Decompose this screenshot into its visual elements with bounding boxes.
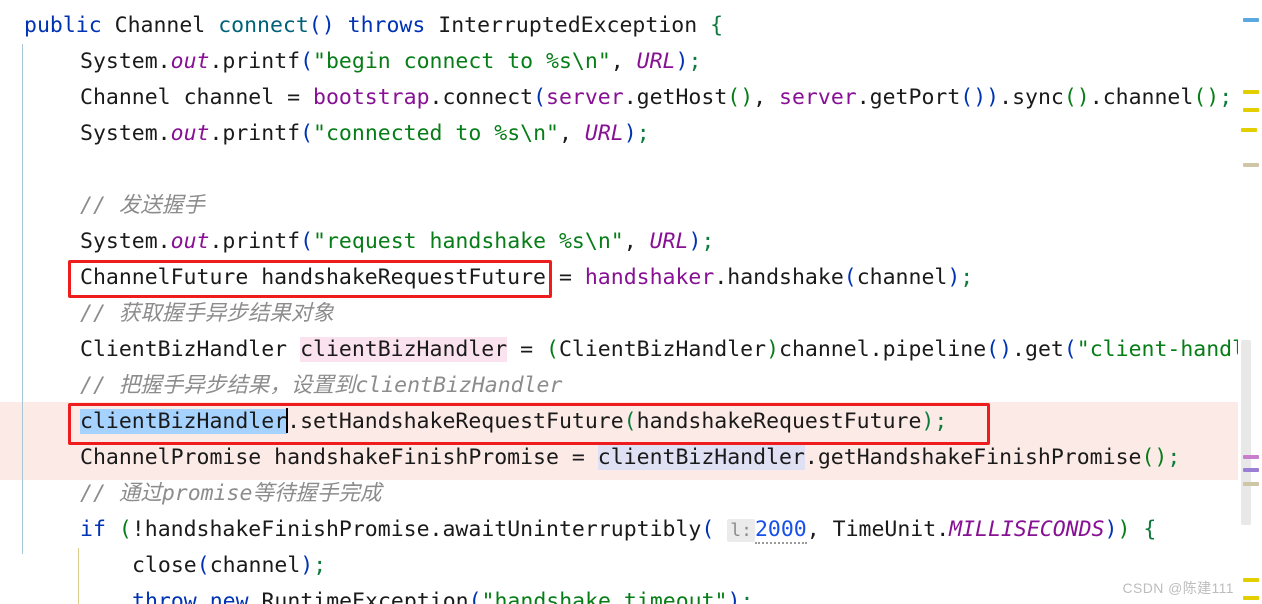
token-constant-milliseconds: MILLISECONDS [949, 517, 1105, 542]
token-method-connect: connect [218, 13, 309, 38]
token-method-get-handshake-finish-promise: getHandshakeFinishPromise [817, 445, 1142, 470]
parameter-hint-l: l: [727, 519, 755, 542]
token-string-begin-connect: "begin connect to %s\n" [313, 49, 611, 74]
token-field-out: out [170, 229, 210, 254]
token-ident-bootstrap: bootstrap [313, 85, 430, 110]
token-keyword-new: new [209, 589, 249, 604]
vertical-scrollbar-thumb[interactable] [1241, 340, 1251, 525]
editor-error-stripe[interactable] [1238, 0, 1262, 604]
token-field-url: URL [649, 229, 689, 254]
selected-text-client-biz-handler[interactable]: clientBizHandler [80, 409, 288, 434]
token-ident-handshaker: handshaker [584, 265, 715, 290]
token-var-handshake-request-future: handshakeRequestFuture [261, 265, 547, 290]
token-method-get-host: getHost [636, 85, 728, 110]
comment-send-handshake: // 发送握手 [80, 193, 205, 218]
token-method-close: close [132, 553, 197, 578]
comment-set-to-handler: // 把握手异步结果，设置到clientBizHandler [80, 373, 563, 398]
token-ident-channel: channel [779, 337, 870, 362]
comment-get-async-result: // 获取握手异步结果对象 [80, 301, 334, 326]
code-line-2[interactable]: System.out.printf("begin connect to %s\n… [80, 44, 1238, 80]
token-var-handshake-finish-promise: handshakeFinishPromise [274, 445, 559, 470]
stripe-mark-warning[interactable] [1241, 128, 1257, 132]
code-line-12[interactable]: clientBizHandler.setHandshakeRequestFutu… [80, 404, 1238, 440]
stripe-mark-warning[interactable] [1243, 108, 1259, 112]
token-method-printf: printf [222, 229, 301, 254]
token-method-channel: channel [1102, 85, 1194, 110]
token-arg-channel: channel [856, 265, 948, 290]
token-string-connected: "connected to %s\n" [313, 121, 559, 146]
code-editor-screenshot: public Channel connect() throws Interrup… [0, 0, 1262, 604]
code-line-11-comment[interactable]: // 把握手异步结果，设置到clientBizHandler [80, 368, 1238, 404]
code-line-15[interactable]: if (!handshakeFinishPromise.awaitUninter… [80, 512, 1238, 548]
token-arg-handshake-request-future: handshakeRequestFuture [636, 409, 922, 434]
token-type-client-biz-handler: ClientBizHandler [80, 337, 288, 362]
token-method-printf: printf [222, 121, 301, 146]
token-field-url: URL [584, 121, 624, 146]
token-method-sync: sync [1012, 85, 1064, 110]
token-type-client-biz-handler: ClientBizHandler [558, 337, 767, 362]
stripe-mark-todo[interactable] [1243, 482, 1259, 486]
token-string-handshake-timeout: "handshake timeout" [481, 589, 728, 604]
token-var-client-biz-handler-declaration: clientBizHandler [300, 337, 508, 362]
comment-wait-via-promise: // 通过promise等待握手完成 [80, 481, 382, 506]
token-field-url: URL [636, 49, 676, 74]
token-type-channel-promise: ChannelPromise [80, 445, 262, 470]
token-method-await-uninterruptibly: awaitUninterruptibly [442, 517, 702, 542]
token-method-printf: printf [222, 49, 301, 74]
stripe-mark-info[interactable] [1243, 18, 1259, 22]
token-type-channel: Channel [80, 85, 171, 110]
token-method-get-port: getPort [869, 85, 961, 110]
csdn-watermark: CSDN @陈建111 [1122, 580, 1234, 596]
token-type-time-unit: TimeUnit [832, 517, 937, 542]
indent-guide-level2 [78, 548, 79, 604]
stripe-mark-usage[interactable] [1243, 468, 1259, 472]
token-method-get: get [1025, 337, 1064, 362]
token-keyword-if: if [80, 517, 106, 542]
token-string-request-handshake: "request handshake %s\n" [313, 229, 624, 254]
code-line-16[interactable]: close(channel); [132, 548, 1238, 584]
token-var-channel: channel [183, 85, 275, 110]
stripe-mark-todo[interactable] [1243, 163, 1259, 167]
token-ident-server: server [546, 85, 624, 110]
token-keyword-public: public [24, 13, 102, 38]
token-var-handshake-finish-promise: handshakeFinishPromise [144, 517, 430, 542]
token-ident-server: server [779, 85, 857, 110]
token-number-2000: 2000 [754, 517, 807, 544]
token-usage-client-biz-handler: clientBizHandler [597, 445, 805, 470]
code-line-6-comment[interactable]: // 发送握手 [80, 188, 1238, 224]
token-string-client-handle: "client-handle [1076, 337, 1238, 362]
code-line-8[interactable]: ChannelFuture handshakeRequestFuture = h… [80, 260, 1238, 296]
token-type-runtime-exception: RuntimeException [261, 589, 469, 604]
token-ident-system: System [80, 121, 158, 146]
code-line-1[interactable]: public Channel connect() throws Interrup… [24, 8, 1238, 44]
token-method-handshake: handshake [727, 265, 844, 290]
token-method-set-handshake-request-future: setHandshakeRequestFuture [300, 409, 624, 434]
code-line-3[interactable]: Channel channel = bootstrap.connect(serv… [80, 80, 1238, 116]
indent-guide-level1 [22, 44, 23, 554]
token-arg-channel: channel [209, 553, 301, 578]
stripe-mark-usage[interactable] [1243, 455, 1259, 459]
token-type-channel-future: ChannelFuture [80, 265, 249, 290]
token-field-out: out [170, 49, 210, 74]
stripe-mark-warning[interactable] [1243, 578, 1259, 582]
code-line-17[interactable]: throw new RuntimeException("handshake ti… [132, 584, 1238, 604]
stripe-mark-warning[interactable] [1243, 596, 1259, 600]
token-ident-system: System [80, 229, 158, 254]
code-line-10[interactable]: ClientBizHandler clientBizHandler = (Cli… [80, 332, 1238, 368]
token-type-interrupted-exception: InterruptedException [438, 13, 698, 38]
token-field-out: out [170, 121, 210, 146]
code-line-4[interactable]: System.out.printf("connected to %s\n", U… [80, 116, 1238, 152]
token-method-pipeline: pipeline [882, 337, 987, 362]
token-keyword-throws: throws [347, 13, 426, 38]
code-line-13[interactable]: ChannelPromise handshakeFinishPromise = … [80, 440, 1238, 476]
code-line-7[interactable]: System.out.printf("request handshake %s\… [80, 224, 1238, 260]
stripe-mark-warning[interactable] [1243, 90, 1259, 94]
code-line-14-comment[interactable]: // 通过promise等待握手完成 [80, 476, 1238, 512]
token-method-connect: connect [442, 85, 534, 110]
token-type-channel: Channel [114, 13, 206, 38]
token-keyword-throw: throw [132, 589, 197, 604]
code-line-9-comment[interactable]: // 获取握手异步结果对象 [80, 296, 1238, 332]
editor-text-area[interactable]: public Channel connect() throws Interrup… [0, 0, 1238, 604]
token-ident-system: System [80, 49, 158, 74]
